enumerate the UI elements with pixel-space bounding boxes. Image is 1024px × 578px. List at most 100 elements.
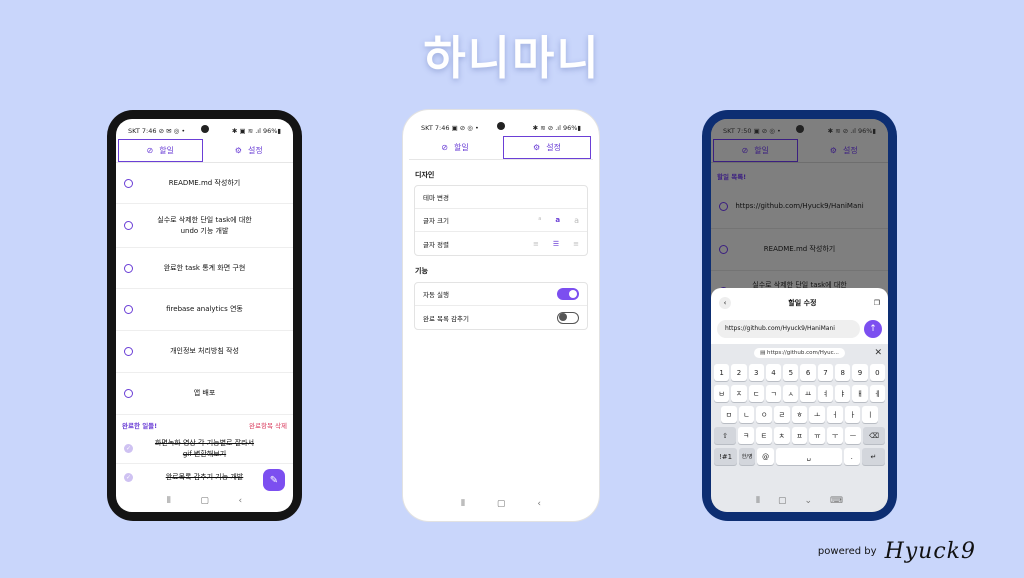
key[interactable]: ㅏ: [844, 406, 861, 423]
back-icon[interactable]: ‹: [239, 496, 243, 506]
back-arrow-icon[interactable]: ‹: [719, 297, 731, 309]
home-icon[interactable]: ▢: [200, 496, 209, 506]
todo-radio[interactable]: [124, 389, 133, 398]
todo-item[interactable]: 실수로 삭제한 단일 task에 대한 undo 기능 개발: [116, 204, 293, 248]
todo-item[interactable]: 개인정보 처리방침 작성: [116, 331, 293, 373]
submit-arrow-icon[interactable]: ↑: [864, 320, 882, 338]
align-left-icon[interactable]: ≡: [533, 240, 539, 248]
key[interactable]: ㅌ: [755, 427, 772, 444]
tab-settings-label: 설정: [842, 146, 858, 155]
key[interactable]: ㄹ: [774, 406, 790, 423]
key[interactable]: 5: [783, 364, 799, 381]
tab-settings[interactable]: ⚙ 설정: [802, 139, 887, 162]
key[interactable]: ㄴ: [738, 406, 755, 423]
align-right-icon[interactable]: ≡: [573, 240, 579, 248]
at-key[interactable]: @: [757, 448, 774, 465]
home-icon[interactable]: ▢: [778, 496, 787, 506]
todo-item[interactable]: https://github.com/Hyuck9/HaniMani: [711, 185, 888, 229]
todo-radio[interactable]: [719, 245, 728, 254]
key[interactable]: ㅡ: [845, 427, 861, 444]
key[interactable]: ㅁ: [721, 406, 737, 423]
todo-item[interactable]: 완료한 task 통계 화면 구현: [116, 248, 293, 289]
todo-item[interactable]: 앱 배포: [116, 373, 293, 415]
todo-item[interactable]: README.md 작성하기: [711, 229, 888, 271]
tab-settings[interactable]: ⚙ 설정: [503, 136, 591, 159]
tab-todo[interactable]: ⊘ 할일: [713, 139, 798, 162]
home-icon[interactable]: ▢: [497, 499, 506, 509]
enter-key-icon[interactable]: ↵: [861, 448, 885, 465]
key[interactable]: ㅛ: [800, 385, 816, 402]
key[interactable]: ㅋ: [738, 427, 754, 444]
add-todo-button[interactable]: ✎: [263, 469, 285, 491]
key[interactable]: ㅐ: [852, 385, 868, 402]
todo-item[interactable]: firebase analytics 연동: [116, 289, 293, 331]
tab-todo[interactable]: ⊘ 할일: [118, 139, 203, 162]
font-size-small[interactable]: a: [538, 216, 541, 225]
language-key[interactable]: 한/영: [739, 448, 756, 465]
key[interactable]: ㅍ: [791, 427, 808, 444]
key[interactable]: 8: [835, 364, 851, 381]
font-size-large[interactable]: a: [574, 216, 579, 225]
key[interactable]: ㅑ: [835, 385, 851, 402]
key[interactable]: ㅂ: [714, 385, 730, 402]
todo-item[interactable]: README.md 작성하기: [116, 164, 293, 204]
back-icon[interactable]: ‹: [537, 499, 541, 509]
autorun-toggle[interactable]: [557, 288, 579, 300]
recents-icon[interactable]: ⦀: [461, 499, 465, 509]
shift-key-icon[interactable]: ⇧: [714, 427, 737, 444]
copy-icon[interactable]: ❐: [874, 299, 880, 307]
backspace-key-icon[interactable]: ⌫: [862, 427, 885, 444]
key[interactable]: 1: [714, 364, 730, 381]
key[interactable]: ㅅ: [783, 385, 799, 402]
key[interactable]: ㅓ: [827, 406, 843, 423]
key[interactable]: ㄷ: [748, 385, 764, 402]
key[interactable]: 3: [748, 364, 764, 381]
key[interactable]: ㅠ: [809, 427, 826, 444]
space-key[interactable]: ␣: [775, 448, 842, 465]
key[interactable]: 9: [852, 364, 868, 381]
todo-radio[interactable]: [124, 263, 133, 273]
todo-radio[interactable]: [124, 347, 133, 356]
key[interactable]: ㅊ: [773, 427, 790, 444]
key[interactable]: 7: [817, 364, 834, 381]
clipboard-chip[interactable]: ▤ https://github.com/Hyuc...: [754, 348, 845, 358]
theme-row[interactable]: 테마 변경: [415, 186, 587, 209]
hide-done-toggle[interactable]: [557, 311, 579, 324]
tab-settings[interactable]: ⚙ 설정: [207, 139, 292, 162]
recents-icon[interactable]: ⦀: [756, 496, 760, 506]
todo-edit-input[interactable]: https://github.com/Hyuck9/HaniMani: [717, 320, 860, 338]
hide-keyboard-icon[interactable]: ⌄: [804, 496, 812, 506]
toggle-knob: [569, 290, 577, 298]
key[interactable]: ㅜ: [827, 427, 844, 444]
key[interactable]: ㅣ: [862, 406, 879, 423]
dot-key[interactable]: .: [843, 448, 860, 465]
key[interactable]: 2: [731, 364, 747, 381]
todo-radio[interactable]: [124, 221, 133, 230]
key[interactable]: ㅈ: [731, 385, 747, 402]
key[interactable]: ㅇ: [756, 406, 773, 423]
completed-item[interactable]: ✓ 화면녹화 영상 각 기능별로 잘라서 gif 변환해보기: [116, 434, 293, 464]
close-icon[interactable]: ✕: [874, 348, 882, 358]
keyboard-icon[interactable]: ⌨: [830, 496, 843, 506]
key[interactable]: ㅔ: [869, 385, 885, 402]
key[interactable]: ㅕ: [817, 385, 834, 402]
todo-radio[interactable]: [719, 202, 728, 211]
tab-todo[interactable]: ⊘ 할일: [411, 136, 499, 159]
font-size-medium[interactable]: a: [555, 216, 560, 225]
key[interactable]: 0: [869, 364, 885, 381]
key[interactable]: 6: [800, 364, 816, 381]
checked-icon[interactable]: ✓: [124, 444, 133, 453]
todo-radio[interactable]: [124, 305, 133, 314]
key[interactable]: ㅗ: [809, 406, 826, 423]
key[interactable]: ㅎ: [791, 406, 808, 423]
todo-radio[interactable]: [124, 179, 133, 188]
checked-icon[interactable]: ✓: [124, 472, 133, 482]
align-center-icon[interactable]: ☰: [553, 240, 559, 248]
symbols-key[interactable]: !#1: [714, 448, 737, 465]
delete-completed-button[interactable]: 완료항목 삭제: [249, 420, 287, 430]
key[interactable]: 4: [765, 364, 782, 381]
clipboard-text: https://github.com/Hyuc...: [767, 350, 839, 356]
key[interactable]: ㄱ: [765, 385, 782, 402]
recents-icon[interactable]: ⦀: [167, 496, 171, 506]
align-label: 글자 정렬: [423, 240, 449, 249]
